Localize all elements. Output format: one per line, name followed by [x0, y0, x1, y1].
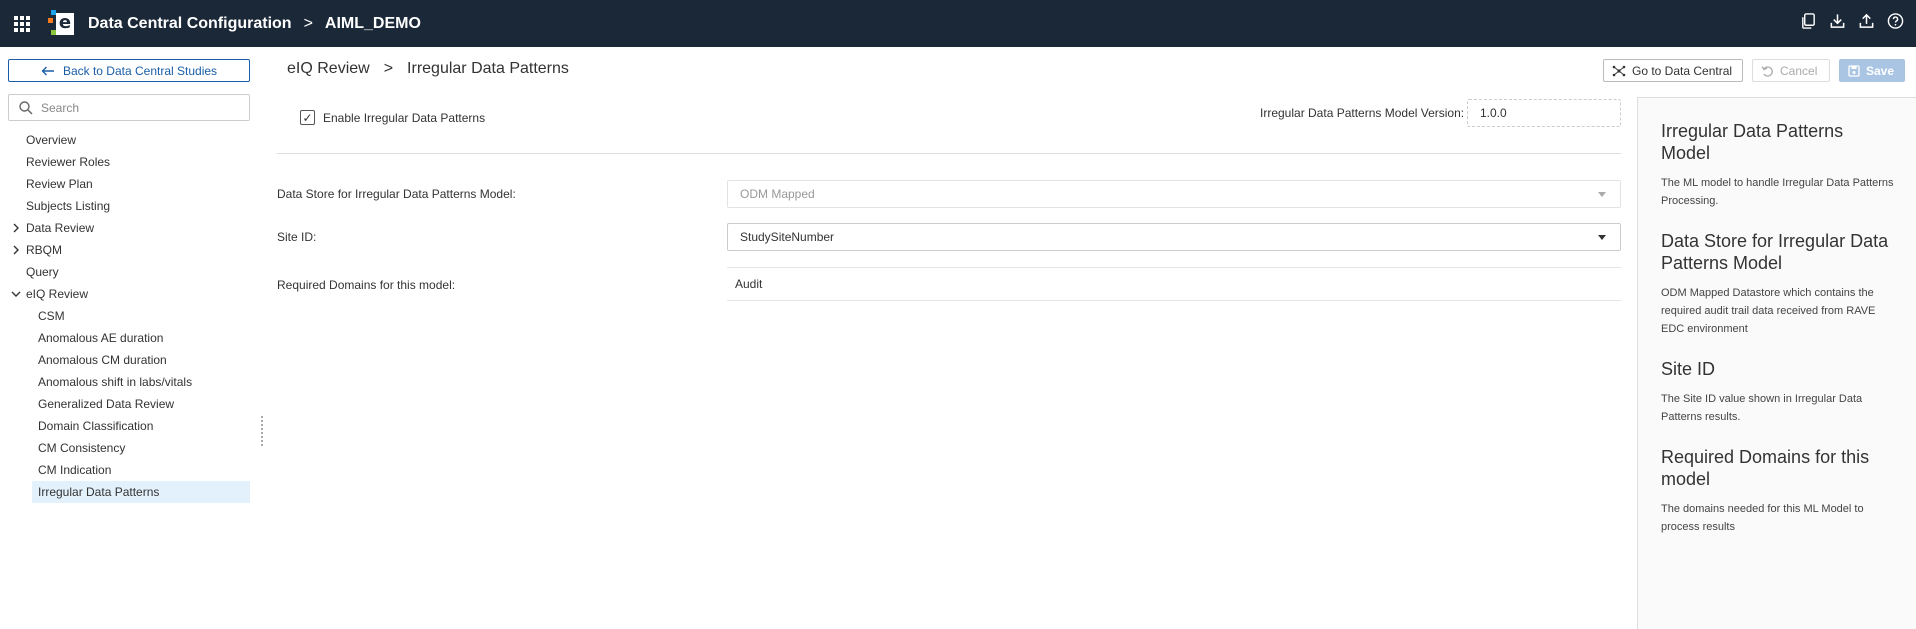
sidebar-item-review-plan[interactable]: Review Plan — [0, 173, 260, 195]
go-to-data-central-label: Go to Data Central — [1632, 63, 1733, 78]
sidebar-item-cm-consistency[interactable]: CM Consistency — [0, 437, 260, 459]
sidebar-item-irregular-data-patterns[interactable]: Irregular Data Patterns — [32, 481, 250, 503]
sidebar-item-label: Anomalous AE duration — [38, 331, 164, 345]
sidebar-item-cm-indication[interactable]: CM Indication — [0, 459, 260, 481]
data-store-select[interactable]: ODM Mapped — [727, 180, 1621, 208]
help-title: Required Domains for this model — [1661, 447, 1870, 489]
copy-icon[interactable] — [1800, 12, 1817, 30]
top-bar: e Data Central Configuration > AIML_DEMO — [0, 0, 1916, 47]
study-name: AIML_DEMO — [324, 14, 421, 32]
sidebar-item-label: Data Review — [26, 221, 95, 235]
sidebar-item-csm[interactable]: CSM — [0, 305, 260, 327]
breadcrumb-separator: > — [303, 14, 313, 32]
sidebar-item-rbqm[interactable]: RBQM — [0, 239, 260, 261]
sidebar-item-domain-classification[interactable]: Domain Classification — [0, 415, 260, 437]
help-text: The ML model to handle Irregular Data Pa… — [1661, 177, 1894, 207]
sidebar-item-eiq-review[interactable]: eIQ Review — [0, 283, 260, 305]
sidebar-item-label: Generalized Data Review — [38, 397, 175, 411]
cancel-button[interactable]: Cancel — [1752, 59, 1830, 82]
upload-icon[interactable] — [1858, 12, 1875, 30]
sidebar-item-label: Review Plan — [26, 177, 93, 191]
arrow-left-icon — [41, 66, 54, 75]
save-label: Save — [1866, 63, 1895, 78]
sidebar-item-label: Anomalous CM duration — [38, 353, 167, 367]
sidebar: Back to Data Central Studies Overview Re… — [0, 47, 260, 629]
help-panel: Irregular Data Patterns Model The ML mod… — [1637, 97, 1916, 629]
help-text: The Site ID value shown in Irregular Dat… — [1661, 393, 1863, 423]
sidebar-item-label: Irregular Data Patterns — [38, 485, 160, 499]
app-title[interactable]: Data Central Configuration — [88, 15, 292, 33]
back-button-label: Back to Data Central Studies — [62, 63, 218, 78]
cancel-label: Cancel — [1780, 63, 1818, 78]
sidebar-item-label: CM Consistency — [38, 441, 126, 455]
chevron-right-icon[interactable] — [11, 217, 21, 239]
sidebar-item-query[interactable]: Query — [0, 261, 260, 283]
sidebar-item-anomalous-ae-duration[interactable]: Anomalous AE duration — [0, 327, 260, 349]
caret-down-icon — [1598, 235, 1606, 240]
help-text: The domains needed for this ML Model to … — [1661, 503, 1864, 533]
page-title: Irregular Data Patterns — [407, 60, 569, 77]
required-domains-label: Required Domains for this model: — [277, 278, 456, 292]
enable-checkbox[interactable]: ✓ — [300, 110, 315, 125]
search-input[interactable] — [41, 100, 241, 115]
sidebar-item-label: Query — [26, 265, 59, 279]
sidebar-item-label: Overview — [26, 133, 77, 147]
caret-down-icon — [1598, 192, 1606, 197]
back-to-studies-button[interactable]: Back to Data Central Studies — [8, 59, 250, 82]
undo-icon — [1761, 65, 1773, 77]
sidebar-item-subjects-listing[interactable]: Subjects Listing — [0, 195, 260, 217]
help-icon[interactable] — [1887, 12, 1904, 30]
required-domains-value: Audit — [735, 277, 763, 291]
download-icon[interactable] — [1829, 12, 1846, 30]
sidebar-item-label: eIQ Review — [26, 287, 89, 301]
help-text: ODM Mapped Datastore which contains the … — [1661, 287, 1876, 335]
save-icon — [1848, 64, 1860, 77]
sidebar-item-generalized-data-review[interactable]: Generalized Data Review — [0, 393, 260, 415]
app-launcher-icon[interactable] — [12, 14, 32, 34]
sidebar-item-overview[interactable]: Overview — [0, 129, 260, 151]
sidebar-item-label: Subjects Listing — [26, 199, 111, 213]
help-title: Irregular Data Patterns Model — [1661, 121, 1844, 163]
sidebar-item-label: Reviewer Roles — [26, 155, 111, 169]
search-box[interactable] — [8, 94, 250, 121]
chevron-right-icon[interactable] — [11, 239, 21, 261]
sidebar-item-reviewer-roles[interactable]: Reviewer Roles — [0, 151, 260, 173]
site-id-select[interactable]: StudySiteNumber — [727, 223, 1621, 251]
sidebar-item-label: RBQM — [26, 243, 62, 257]
sidebar-item-data-review[interactable]: Data Review — [0, 217, 260, 239]
sidebar-item-anomalous-shift[interactable]: Anomalous shift in labs/vitals — [0, 371, 260, 393]
required-domains-value-row: Audit — [727, 267, 1621, 301]
divider — [277, 153, 1621, 154]
sidebar-item-label: CSM — [38, 309, 65, 323]
help-title: Data Store for Irregular Data Patterns M… — [1661, 231, 1889, 273]
breadcrumb-separator: > — [383, 60, 394, 77]
site-id-label: Site ID: — [277, 230, 317, 244]
panel-resize-handle[interactable] — [261, 414, 267, 446]
search-icon — [19, 100, 33, 115]
chevron-down-icon[interactable] — [10, 283, 22, 305]
go-to-data-central-button[interactable]: Go to Data Central — [1603, 59, 1743, 82]
save-button[interactable]: Save — [1839, 59, 1905, 82]
sidebar-item-label: CM Indication — [38, 463, 112, 477]
sidebar-item-anomalous-cm-duration[interactable]: Anomalous CM duration — [0, 349, 260, 371]
sidebar-nav: Overview Reviewer Roles Review Plan Subj… — [0, 129, 260, 503]
help-title: Site ID — [1661, 359, 1716, 379]
page-breadcrumb: eIQ Review > Irregular Data Patterns — [287, 60, 569, 78]
app-logo: e — [48, 9, 74, 38]
enable-label: Enable Irregular Data Patterns — [323, 110, 486, 125]
sidebar-item-label: Domain Classification — [38, 419, 154, 433]
site-id-value: StudySiteNumber — [740, 230, 835, 244]
data-store-label: Data Store for Irregular Data Patterns M… — [277, 187, 516, 201]
breadcrumb-parent[interactable]: eIQ Review — [287, 60, 370, 78]
check-mark-icon: ✓ — [302, 110, 313, 125]
sidebar-item-label: Anomalous shift in labs/vitals — [38, 375, 193, 389]
network-icon — [1612, 65, 1626, 76]
model-version-label: Irregular Data Patterns Model Version: — [1260, 106, 1465, 120]
data-store-value: ODM Mapped — [740, 187, 815, 201]
model-version-value: 1.0.0 — [1480, 106, 1507, 120]
enable-row: ✓ Enable Irregular Data Patterns — [300, 110, 485, 125]
model-version-field: 1.0.0 — [1467, 99, 1621, 127]
